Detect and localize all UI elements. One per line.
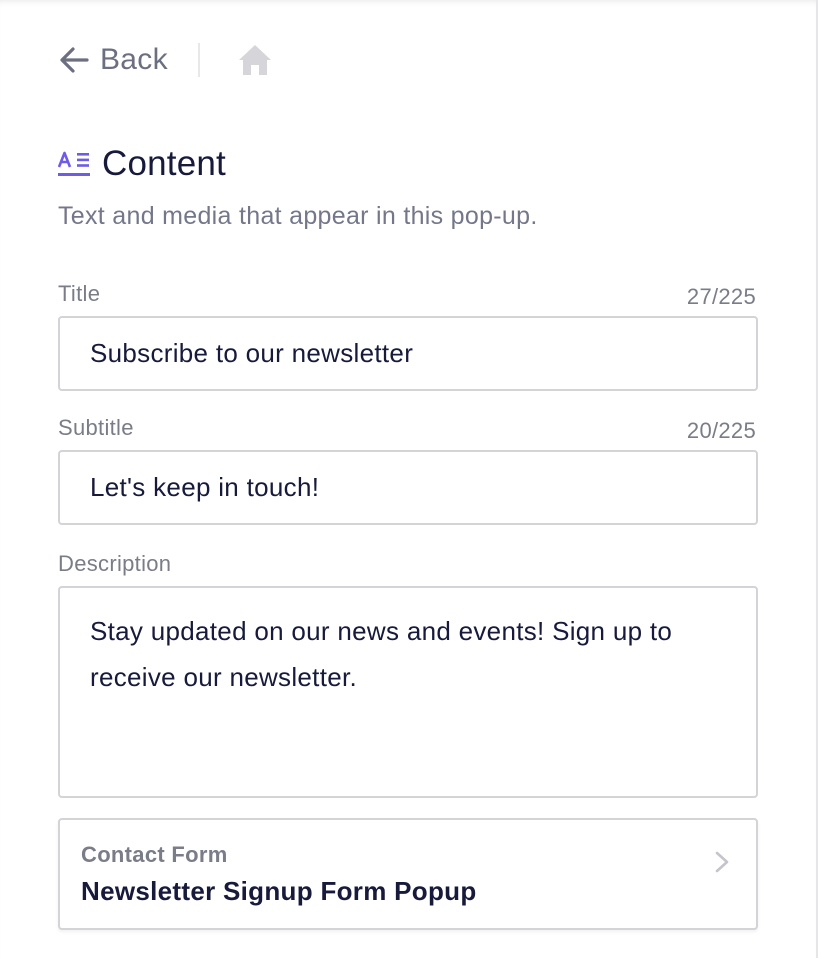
subtitle-label: Subtitle: [58, 415, 134, 440]
content-panel: Back Content Text and media that appear …: [0, 0, 818, 958]
nav-divider: [197, 43, 200, 77]
section-description: Text and media that appear in this pop-u…: [58, 202, 538, 230]
section-title: Content: [102, 144, 226, 183]
title-label: Title: [58, 281, 101, 306]
contact-form-selector[interactable]: Contact Form Newsletter Signup Form Popu…: [58, 818, 758, 930]
top-navigation: Back: [58, 40, 272, 80]
chevron-right-icon: [715, 851, 729, 873]
title-char-counter: 27/225: [686, 284, 756, 309]
home-button[interactable]: [238, 43, 272, 77]
back-button[interactable]: Back: [58, 43, 168, 77]
contact-form-value: Newsletter Signup Form Popup: [81, 876, 477, 906]
description-label: Description: [58, 551, 172, 576]
contact-form-label: Contact Form: [81, 842, 228, 867]
back-label: Back: [100, 43, 168, 76]
description-textarea[interactable]: Stay updated on our news and events! Sig…: [58, 586, 758, 798]
text-format-icon: [58, 151, 90, 176]
title-input[interactable]: [58, 316, 758, 391]
home-icon: [238, 45, 271, 75]
section-header: Content: [58, 144, 226, 184]
arrow-left-icon: [60, 47, 89, 73]
subtitle-char-counter: 20/225: [686, 418, 756, 443]
subtitle-input[interactable]: [58, 450, 758, 525]
